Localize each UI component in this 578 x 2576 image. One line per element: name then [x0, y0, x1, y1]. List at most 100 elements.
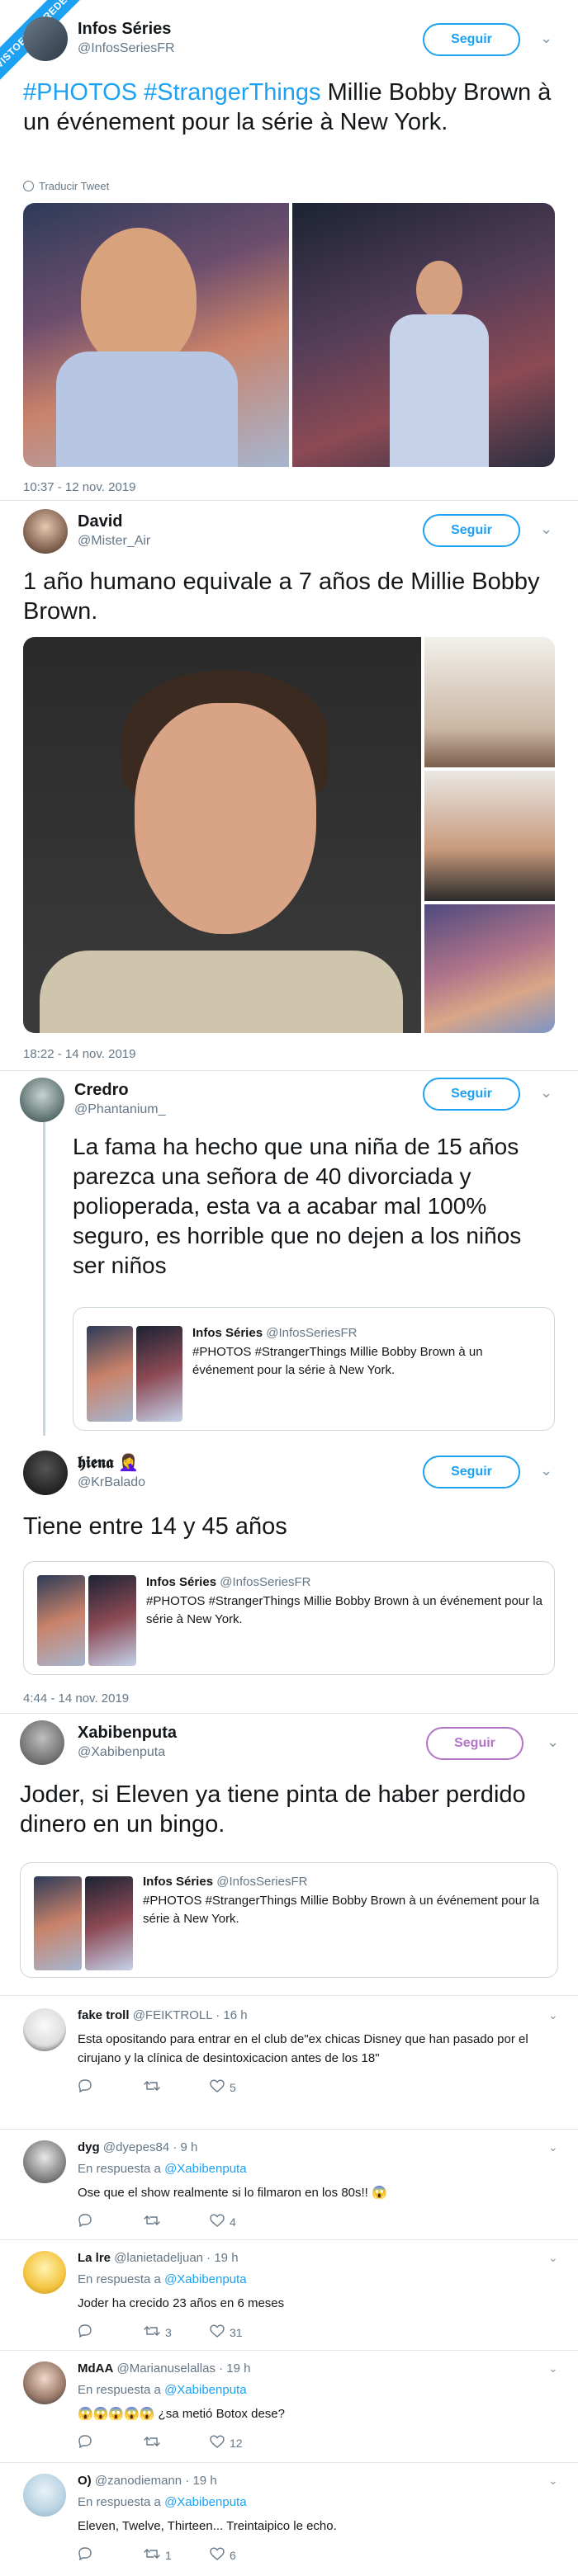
display-name[interactable]: 𝖍𝖎𝖊𝖓𝖆 🤦‍♀️	[78, 1452, 145, 1474]
reply-button[interactable]	[78, 2435, 144, 2451]
user-handle[interactable]: @KrBalado	[78, 1474, 145, 1492]
portrait-dress	[56, 351, 238, 467]
timestamp[interactable]: 10:37 - 12 nov. 2019	[23, 480, 136, 494]
timestamp[interactable]: 4:44 - 14 nov. 2019	[23, 1691, 129, 1706]
chevron-down-icon[interactable]: ⌄	[548, 2140, 558, 2154]
user-handle[interactable]: @Xabibenputa	[78, 1743, 177, 1762]
heart-icon	[210, 2079, 230, 2095]
heart-icon	[210, 2547, 230, 2563]
user-handle[interactable]: @Mister_Air	[78, 532, 150, 550]
quoted-content: Infos Séries @InfosSeriesFR #PHOTOS #Str…	[146, 1575, 542, 1629]
in-reply-to: En respuesta a @Xabibenputa	[78, 2495, 247, 2509]
avatar[interactable]	[23, 1451, 68, 1495]
in-reply-prefix: En respuesta a	[78, 2383, 161, 2397]
follow-button[interactable]: Seguir	[423, 1078, 520, 1111]
avatar[interactable]	[23, 2140, 66, 2183]
photo-small-3[interactable]	[424, 904, 555, 1033]
quoted-text: #PHOTOS #StrangerThings Millie Bobby Bro…	[143, 1894, 539, 1926]
thumbnail	[37, 1575, 85, 1666]
photo-right[interactable]	[292, 203, 555, 467]
chevron-down-icon[interactable]: ⌄	[540, 30, 552, 47]
tweet-text: Tiene entre 14 y 45 años	[23, 1513, 287, 1540]
photo-left[interactable]	[23, 203, 289, 467]
user-handle[interactable]: @Phantanium_	[74, 1101, 166, 1119]
display-name[interactable]: fake troll	[78, 2008, 130, 2022]
display-name[interactable]: Credro	[74, 1079, 166, 1101]
tweet-header: Xabibenputa @Xabibenputa	[20, 1720, 177, 1765]
avatar[interactable]	[20, 1720, 64, 1765]
chevron-down-icon[interactable]: ⌄	[548, 2474, 558, 2488]
mention-link[interactable]: @Xabibenputa	[164, 2383, 246, 2397]
display-name[interactable]: Infos Séries	[78, 18, 175, 40]
display-name[interactable]: O)	[78, 2474, 92, 2488]
chevron-down-icon[interactable]: ⌄	[548, 2008, 558, 2022]
chevron-down-icon[interactable]: ⌄	[540, 1462, 552, 1479]
chevron-down-icon[interactable]: ⌄	[540, 521, 552, 538]
retweet-button[interactable]	[144, 2079, 210, 2095]
quoted-tweet[interactable]: Infos Séries @InfosSeriesFR #PHOTOS #Str…	[20, 1862, 558, 1978]
timestamp[interactable]: 18:22 - 14 nov. 2019	[23, 1047, 136, 1061]
chevron-down-icon[interactable]: ⌄	[547, 1734, 559, 1751]
follow-button[interactable]: Seguir	[423, 1455, 520, 1489]
retweet-count: 3	[165, 2325, 172, 2339]
hashtag-link[interactable]: #StrangerThings	[144, 79, 320, 106]
photo-small-2[interactable]	[424, 771, 555, 901]
handle-time: @FEIKTROLL · 16 h	[132, 2008, 248, 2022]
tweet-5: Xabibenputa @Xabibenputa Seguir ⌄ Joder,…	[0, 1714, 578, 1994]
retweet-button[interactable]	[144, 2214, 210, 2229]
like-button[interactable]: 4	[210, 2214, 276, 2229]
chevron-down-icon[interactable]: ⌄	[548, 2251, 558, 2265]
reply-text: Joder ha crecido 23 años en 6 meses	[78, 2296, 285, 2310]
avatar[interactable]	[23, 509, 68, 554]
like-button[interactable]: 5	[210, 2079, 276, 2095]
avatar[interactable]	[23, 2474, 66, 2517]
avatar[interactable]	[23, 2251, 66, 2294]
hashtag-link[interactable]: #PHOTOS	[23, 79, 137, 106]
follow-button[interactable]: Seguir	[423, 514, 520, 547]
quoted-name: Infos Séries	[143, 1875, 214, 1889]
retweet-button[interactable]: 3	[144, 2324, 210, 2340]
reply-button[interactable]	[78, 2547, 144, 2563]
reply-button[interactable]	[78, 2324, 144, 2340]
reply-button[interactable]	[78, 2079, 144, 2095]
mention-link[interactable]: @Xabibenputa	[164, 2162, 246, 2176]
portrait-dress	[390, 314, 489, 467]
photo-large[interactable]	[23, 637, 421, 1033]
retweet-button[interactable]: 1	[144, 2547, 210, 2563]
avatar[interactable]	[23, 17, 68, 61]
display-name[interactable]: dyg	[78, 2140, 100, 2154]
mention-link[interactable]: @Xabibenputa	[164, 2272, 246, 2286]
follow-button[interactable]: Seguir	[426, 1727, 524, 1760]
avatar[interactable]	[20, 1078, 64, 1122]
quoted-tweet[interactable]: Infos Séries @InfosSeriesFR #PHOTOS #Str…	[73, 1307, 555, 1431]
translate-link[interactable]: Traducir Tweet	[23, 180, 109, 192]
chevron-down-icon[interactable]: ⌄	[540, 1084, 552, 1102]
tweet-header: Credro @Phantanium_	[20, 1078, 166, 1122]
retweet-icon	[144, 2214, 165, 2229]
divider	[0, 1995, 578, 1996]
quoted-tweet[interactable]: Infos Séries @InfosSeriesFR #PHOTOS #Str…	[23, 1561, 555, 1675]
display-name[interactable]: MdAA	[78, 2361, 113, 2375]
display-name[interactable]: David	[78, 511, 150, 532]
quoted-author: Infos Séries @InfosSeriesFR	[192, 1326, 539, 1340]
like-button[interactable]: 12	[210, 2435, 276, 2451]
retweet-icon	[144, 2079, 165, 2095]
avatar[interactable]	[23, 2008, 66, 2051]
photo-small-1[interactable]	[424, 637, 555, 767]
reply-actions: 4	[78, 2214, 276, 2229]
quoted-author: Infos Séries @InfosSeriesFR	[143, 1875, 539, 1889]
like-button[interactable]: 31	[210, 2324, 276, 2340]
retweet-button[interactable]	[144, 2435, 210, 2451]
like-button[interactable]: 6	[210, 2547, 276, 2563]
chevron-down-icon[interactable]: ⌄	[548, 2361, 558, 2375]
follow-button[interactable]: Seguir	[423, 23, 520, 56]
display-name[interactable]: Xabibenputa	[78, 1722, 177, 1743]
quoted-text: #PHOTOS #StrangerThings Millie Bobby Bro…	[146, 1594, 542, 1626]
quoted-handle: @InfosSeriesFR	[220, 1575, 311, 1589]
reply-actions: 12	[78, 2435, 276, 2451]
user-handle[interactable]: @InfosSeriesFR	[78, 40, 175, 58]
mention-link[interactable]: @Xabibenputa	[164, 2495, 246, 2509]
avatar[interactable]	[23, 2361, 66, 2404]
reply-button[interactable]	[78, 2214, 144, 2229]
display-name[interactable]: La lre	[78, 2251, 111, 2265]
